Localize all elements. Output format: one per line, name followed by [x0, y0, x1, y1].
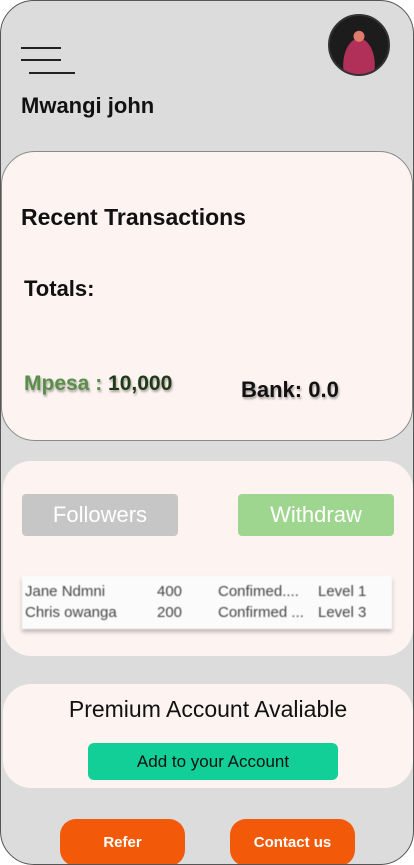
totals-label: Totals: — [24, 276, 95, 301]
transactions-summary-card: Recent Transactions Totals: Mpesa : 10,0… — [1, 151, 413, 441]
tx-amount: 200 — [157, 604, 183, 621]
actions-card: Followers Withdraw Jane Ndmni 400 Confim… — [3, 461, 413, 656]
premium-card: Premium Account Avaliable Add to your Ac… — [3, 684, 413, 788]
mpesa-label: Mpesa : — [24, 372, 109, 395]
avatar[interactable] — [328, 14, 390, 76]
bank-total: Bank: 0.0 — [241, 377, 339, 402]
add-to-account-button[interactable]: Add to your Account — [88, 743, 338, 780]
premium-message: Premium Account Avaliable — [68, 696, 348, 722]
contact-us-button[interactable]: Contact us — [230, 819, 355, 864]
username: Mwangi john — [21, 93, 155, 118]
refer-button[interactable]: Refer — [60, 819, 185, 864]
transactions-table: Jane Ndmni 400 Confimed.... Level 1 Chri… — [22, 576, 392, 629]
mpesa-value: 10,000 — [108, 372, 173, 395]
menu-line — [29, 72, 75, 74]
hamburger-menu-icon[interactable] — [21, 47, 77, 75]
followers-button[interactable]: Followers — [22, 494, 178, 536]
tx-level: Level 3 — [318, 604, 367, 621]
tx-status: Confirmed ... — [218, 604, 304, 621]
phone-screen: Mwangi john Recent Transactions Totals: … — [0, 0, 414, 865]
tx-level: Level 1 — [318, 583, 367, 600]
menu-line — [21, 47, 61, 49]
tx-amount: 400 — [157, 583, 183, 600]
tx-name: Chris owanga — [25, 604, 117, 621]
table-row[interactable]: Chris owanga 200 Confirmed ... Level 3 — [22, 604, 392, 624]
section-title: Recent Transactions — [21, 204, 246, 230]
tx-name: Jane Ndmni — [25, 583, 106, 600]
withdraw-button[interactable]: Withdraw — [238, 494, 394, 536]
tx-status: Confimed.... — [218, 583, 299, 600]
mpesa-total: Mpesa : 10,000 — [24, 372, 172, 396]
table-row[interactable]: Jane Ndmni 400 Confimed.... Level 1 — [22, 583, 392, 603]
menu-line — [21, 59, 61, 61]
